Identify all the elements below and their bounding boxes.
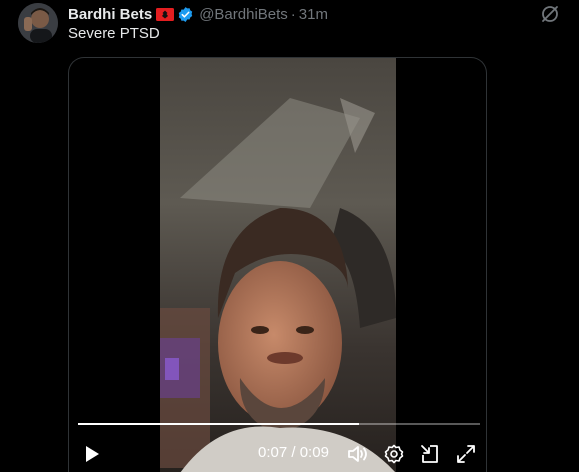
settings-icon[interactable] xyxy=(382,442,406,466)
author-avatar[interactable] xyxy=(18,3,58,43)
duration: 0:09 xyxy=(299,444,329,461)
current-time: 0:07 xyxy=(258,444,288,461)
play-icon[interactable] xyxy=(81,442,103,466)
video-timecode: 0:07 / 0:09 xyxy=(258,444,329,461)
time-separator: / xyxy=(291,444,296,461)
fullscreen-icon[interactable] xyxy=(454,442,478,466)
video-frame[interactable] xyxy=(160,58,396,472)
post-time[interactable]: 31m xyxy=(299,6,328,23)
verified-badge-icon[interactable] xyxy=(177,6,194,23)
video-progress-fill xyxy=(78,423,360,425)
meta-separator: · xyxy=(290,5,296,23)
video-still-image xyxy=(160,58,396,472)
video-progress-bar[interactable] xyxy=(78,423,480,425)
avatar-image xyxy=(18,3,58,43)
pip-icon[interactable] xyxy=(418,442,442,466)
tweet-text: Severe PTSD xyxy=(68,25,160,42)
video-player[interactable]: 0:07 / 0:09 xyxy=(68,57,487,472)
author-name[interactable]: Bardhi Bets xyxy=(68,6,152,23)
author-handle[interactable]: @BardhiBets xyxy=(199,6,288,23)
volume-icon[interactable] xyxy=(346,442,370,466)
tweet-header: Bardhi Bets @BardhiBets · 31m xyxy=(68,4,328,24)
grok-icon[interactable] xyxy=(540,4,560,24)
albania-flag-icon xyxy=(156,7,175,21)
